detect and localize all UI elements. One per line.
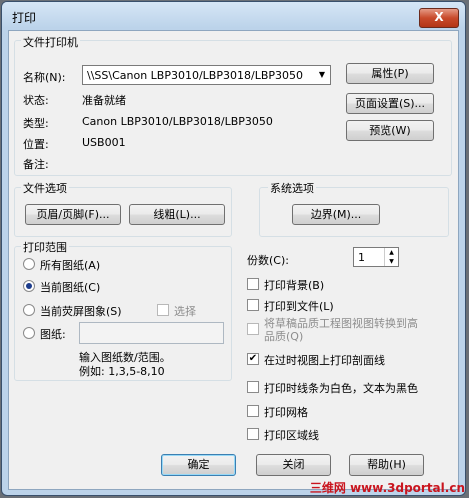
printer-name-label: 名称(N): (23, 71, 66, 84)
print-background-checkbox[interactable] (247, 278, 259, 290)
site-watermark: 三维网 www.3dportal.cn (309, 481, 465, 495)
current-sheet-radio[interactable] (23, 280, 35, 292)
print-dialog: 打印 X 文件打印机 名称(N): \\SS\Canon LBP3010/LBP… (1, 1, 466, 496)
all-sheets-radio[interactable] (23, 258, 35, 270)
preview-button[interactable]: 预览(W) (346, 120, 434, 141)
print-grid-checkbox[interactable] (247, 405, 259, 417)
page-setup-button[interactable]: 页面设置(S)... (346, 93, 434, 114)
close-window-button[interactable]: X (419, 8, 459, 28)
sheets-radio[interactable] (23, 327, 35, 339)
print-to-file-checkbox[interactable] (247, 299, 259, 311)
print-section-lines-label: 在过时视图上打印剖面线 (264, 354, 385, 367)
sheets-input[interactable] (79, 322, 224, 344)
sheets-label: 图纸: (40, 328, 66, 341)
border-button[interactable]: 边界(M)... (292, 204, 380, 225)
printer-name-select[interactable]: \\SS\Canon LBP3010/LBP3018/LBP3050 ▼ (82, 65, 331, 85)
print-grid-label: 打印网格 (264, 406, 308, 419)
select-label: 选择 (174, 305, 196, 318)
status-value: 准备就绪 (82, 94, 126, 107)
printer-name-value: \\SS\Canon LBP3010/LBP3018/LBP3050 (87, 69, 303, 82)
location-value: USB001 (82, 136, 126, 149)
dialog-title: 打印 (12, 11, 37, 25)
range-hint-line2: 例如: 1,3,5-8,10 (79, 365, 165, 378)
comment-label: 备注: (23, 158, 49, 171)
white-lines-label: 打印时线条为白色，文本为黑色 (264, 382, 418, 395)
type-value: Canon LBP3010/LBP3018/LBP3050 (82, 115, 273, 128)
print-range-label: 打印范围 (21, 239, 69, 255)
convert-quality-label: 将草稿品质工程图视图转换到高品质(Q) (264, 317, 418, 343)
current-screen-radio[interactable] (23, 304, 35, 316)
system-options-label: 系统选项 (268, 180, 316, 196)
print-to-file-label: 打印到文件(L) (264, 300, 334, 313)
dialog-client: 文件打印机 名称(N): \\SS\Canon LBP3010/LBP3018/… (8, 30, 459, 490)
title-bar: 打印 X (2, 2, 465, 28)
current-screen-label: 当前荧屏图象(S) (40, 305, 122, 318)
print-zone-lines-label: 打印区域线 (264, 429, 319, 442)
convert-quality-checkbox[interactable] (247, 323, 259, 335)
current-sheet-label: 当前图纸(C) (40, 281, 101, 294)
print-zone-lines-checkbox[interactable] (247, 428, 259, 440)
linetype-button[interactable]: 线粗(L)... (129, 204, 225, 225)
type-label: 类型: (23, 117, 49, 130)
chevron-down-icon[interactable]: ▼ (384, 257, 398, 266)
printer-group-label: 文件打印机 (21, 34, 80, 50)
copies-value: 1 (358, 251, 365, 264)
help-button[interactable]: 帮助(H) (349, 454, 424, 476)
copies-spinner[interactable]: 1 ▲ ▼ (353, 247, 399, 267)
all-sheets-label: 所有图纸(A) (40, 259, 101, 272)
header-footer-button[interactable]: 页眉/页脚(F)... (25, 204, 121, 225)
location-label: 位置: (23, 138, 49, 151)
file-options-label: 文件选项 (21, 180, 69, 196)
status-label: 状态: (23, 94, 49, 107)
properties-button[interactable]: 属性(P) (346, 63, 434, 84)
chevron-up-icon[interactable]: ▲ (384, 248, 398, 257)
white-lines-checkbox[interactable] (247, 381, 259, 393)
print-background-label: 打印背景(B) (264, 279, 325, 292)
copies-label: 份数(C): (247, 254, 289, 267)
ok-button[interactable]: 确定 (161, 454, 236, 476)
chevron-down-icon: ▼ (318, 70, 326, 79)
close-button[interactable]: 关闭 (256, 454, 331, 476)
print-section-lines-checkbox[interactable]: ✔ (247, 353, 259, 365)
select-checkbox[interactable] (157, 304, 169, 316)
